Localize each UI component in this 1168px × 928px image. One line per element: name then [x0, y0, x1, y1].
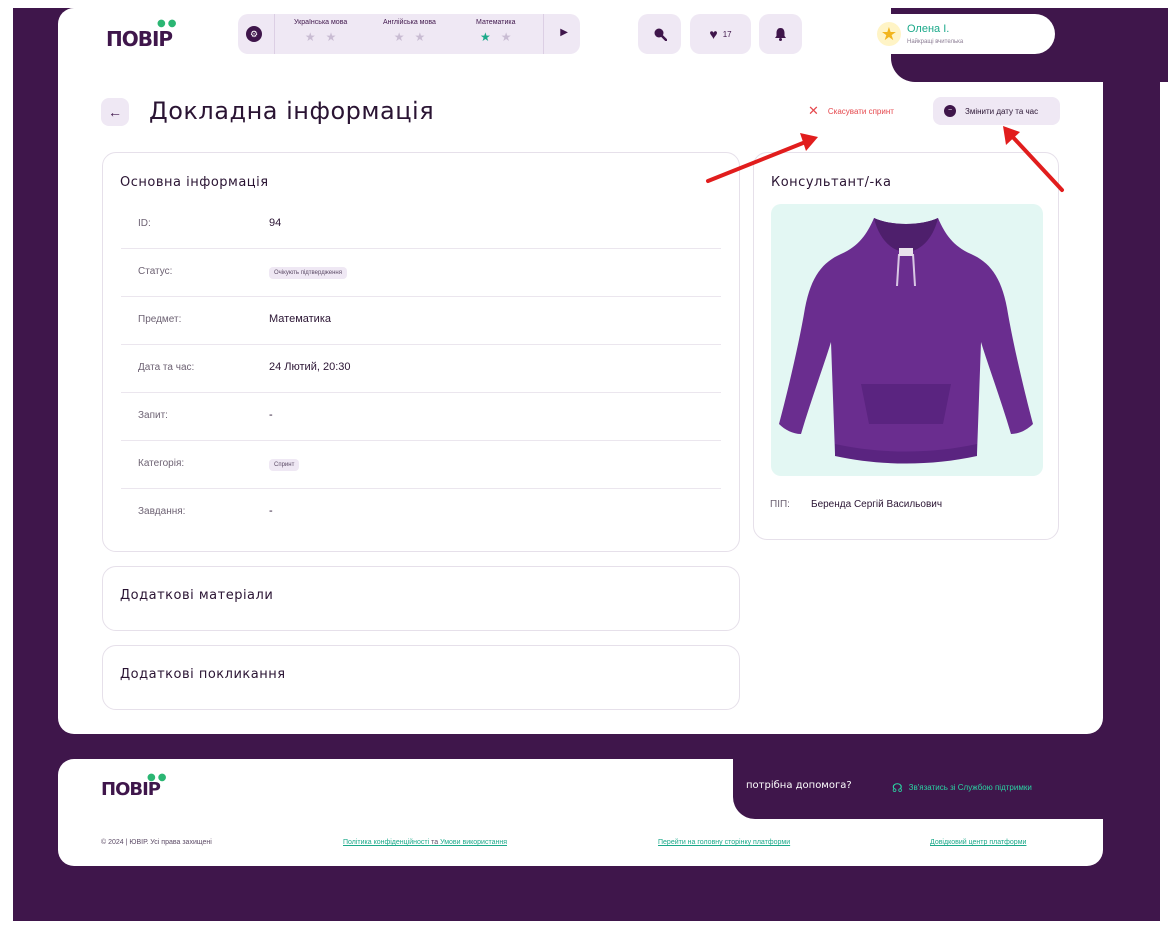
annotation-arrows	[706, 126, 1064, 192]
red-arrow-icon	[706, 133, 818, 183]
red-arrow-icon	[1003, 126, 1064, 192]
